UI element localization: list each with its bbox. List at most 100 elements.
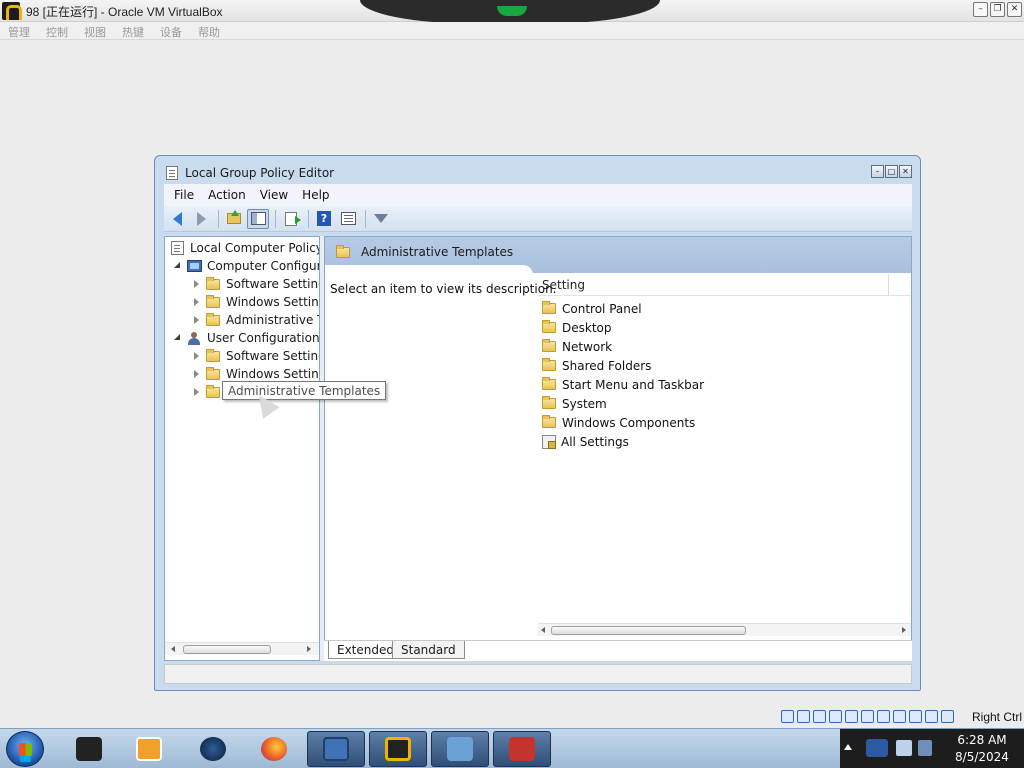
folder-icon [542, 358, 556, 371]
list-item-label: Windows Components [562, 415, 696, 430]
collapse-arrow-icon[interactable] [173, 261, 183, 271]
forward-arrow-icon [196, 211, 206, 226]
show-hide-action-pane-button[interactable] [337, 209, 359, 229]
mouse-integration-icon[interactable] [925, 710, 938, 723]
tree-item-user-configuration[interactable]: User Configuration [173, 329, 319, 347]
list-item-shared-folders[interactable]: Shared Folders [542, 356, 651, 375]
list-horizontal-scrollbar[interactable] [538, 623, 911, 636]
shared-folders-icon[interactable] [861, 710, 874, 723]
clock-date: 8/5/2024 [955, 750, 1009, 764]
scroll-thumb[interactable] [183, 645, 271, 654]
taskbar-app-toolbox[interactable] [493, 731, 551, 767]
forward-button[interactable] [190, 209, 212, 229]
start-button[interactable] [6, 731, 44, 767]
expand-arrow-icon[interactable] [192, 369, 202, 379]
view-tab-strip: Extended Standard [324, 640, 912, 661]
menu-help[interactable]: Help [302, 188, 329, 202]
volume-tray-icon[interactable] [896, 740, 912, 756]
help-button[interactable]: ? [313, 209, 335, 229]
vm-window-icon [385, 737, 411, 761]
filter-options-button[interactable] [370, 209, 392, 229]
tree-item-label: Computer Configura [207, 259, 319, 273]
menu-file[interactable]: File [174, 188, 194, 202]
taskbar-app-firefox[interactable] [245, 731, 303, 767]
folder-icon [542, 377, 556, 390]
tree-item-computer-software-settings[interactable]: Software Settings [192, 275, 319, 293]
list-item-start-menu-and-taskbar[interactable]: Start Menu and Taskbar [542, 375, 704, 394]
audio-icon[interactable] [813, 710, 826, 723]
tree-horizontal-scrollbar[interactable] [165, 642, 319, 655]
tree-item-user-software-settings[interactable]: Software Settings [192, 347, 319, 365]
host-device-icons [781, 710, 954, 723]
tree-item-computer-windows-settings[interactable]: Windows Setting [192, 293, 319, 311]
tree-item-computer-administrative-templates[interactable]: Administrative Te [192, 311, 319, 329]
gpe-titlebar[interactable]: Local Group Policy Editor – □ ✕ [155, 156, 920, 184]
scroll-left-icon[interactable] [171, 646, 175, 652]
back-button[interactable] [166, 209, 188, 229]
console-tree-pane[interactable]: Local Computer Policy Computer Configura… [164, 236, 320, 661]
tree-item-user-administrative-templates[interactable] [192, 383, 226, 401]
column-divider[interactable] [888, 274, 889, 296]
collapse-arrow-icon[interactable] [173, 333, 183, 343]
host-menu-control[interactable]: 控制 [44, 22, 76, 39]
host-menu-view[interactable]: 视图 [82, 22, 114, 39]
scroll-left-icon[interactable] [541, 627, 545, 633]
expand-arrow-icon[interactable] [192, 297, 202, 307]
gpe-maximize-button[interactable]: □ [885, 165, 898, 178]
host-key-icon[interactable] [941, 710, 954, 723]
host-menu-devices[interactable]: 设备 [158, 22, 190, 39]
usb-icon[interactable] [845, 710, 858, 723]
network-icon[interactable] [829, 710, 842, 723]
gpe-minimize-button[interactable]: – [871, 165, 884, 178]
gpe-close-button[interactable]: ✕ [899, 165, 912, 178]
close-button[interactable]: ✕ [1007, 2, 1022, 17]
taskbar-clock[interactable]: 6:28 AM 8/5/2024 [940, 729, 1024, 768]
host-menu-help[interactable]: 帮助 [196, 22, 228, 39]
minimize-button[interactable]: – [973, 2, 988, 17]
optical-drive-icon[interactable] [797, 710, 810, 723]
expand-arrow-icon[interactable] [192, 279, 202, 289]
action-center-icon[interactable] [918, 740, 932, 756]
host-menu-hotkey[interactable]: 热键 [120, 22, 152, 39]
tree-item-computer-configuration[interactable]: Computer Configura [173, 257, 319, 275]
host-statusbar: Right Ctrl [0, 706, 1024, 728]
taskbar-app-terminal[interactable] [60, 731, 118, 767]
recording-icon[interactable] [893, 710, 906, 723]
restore-button[interactable]: ❐ [990, 2, 1005, 17]
host-menu-manage[interactable]: 管理 [6, 22, 38, 39]
host-window-title: 98 [正在运行] - Oracle VM VirtualBox [26, 5, 223, 19]
list-item-all-settings[interactable]: All Settings [542, 432, 629, 451]
expand-arrow-icon[interactable] [192, 351, 202, 361]
taskbar-app-virtualbox-vm[interactable] [369, 731, 427, 767]
expand-arrow-icon[interactable] [192, 315, 202, 325]
list-item-desktop[interactable]: Desktop [542, 318, 612, 337]
display-icon[interactable] [877, 710, 890, 723]
show-hide-console-tree-button[interactable] [247, 208, 269, 229]
scroll-thumb[interactable] [551, 626, 746, 635]
list-item-network[interactable]: Network [542, 337, 612, 356]
menu-view[interactable]: View [260, 188, 288, 202]
tab-standard[interactable]: Standard [392, 641, 465, 659]
list-item-windows-components[interactable]: Windows Components [542, 413, 695, 432]
export-list-button[interactable] [280, 209, 302, 229]
up-one-level-button[interactable] [223, 209, 245, 229]
list-item-system[interactable]: System [542, 394, 607, 413]
scroll-right-icon[interactable] [307, 646, 311, 652]
cpu-icon[interactable] [909, 710, 922, 723]
taskbar-app-globe[interactable] [184, 731, 242, 767]
network-tray-icon[interactable] [866, 739, 888, 757]
taskbar-app-registry[interactable] [431, 731, 489, 767]
taskbar-app-virtualbox[interactable] [307, 731, 365, 767]
column-header-setting[interactable]: Setting [542, 278, 585, 292]
list-item-control-panel[interactable]: Control Panel [542, 299, 642, 318]
folder-icon [206, 312, 220, 326]
toolbar-separator [275, 209, 276, 228]
expand-arrow-icon[interactable] [192, 387, 202, 397]
back-arrow-icon [172, 211, 182, 226]
tree-item-local-computer-policy[interactable]: Local Computer Policy [171, 239, 319, 257]
menu-action[interactable]: Action [208, 188, 246, 202]
taskbar-app-media-player[interactable] [120, 731, 178, 767]
hard-disk-icon[interactable] [781, 710, 794, 723]
scroll-right-icon[interactable] [902, 627, 906, 633]
show-hidden-icons-icon[interactable] [844, 744, 852, 750]
